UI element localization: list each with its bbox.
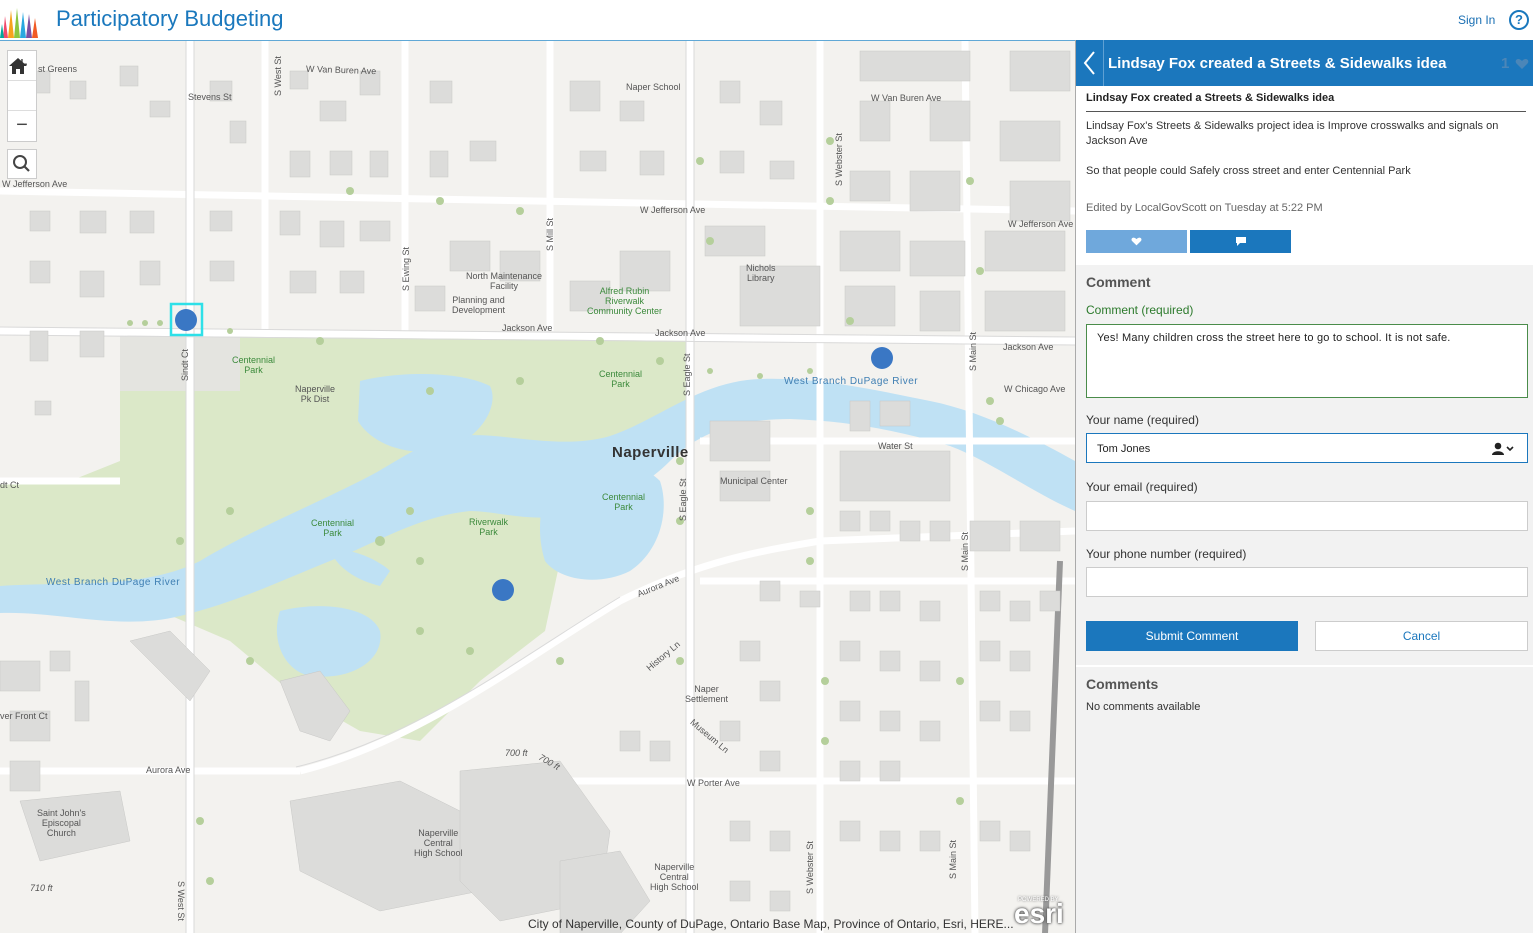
- map-label: W Porter Ave: [687, 778, 740, 788]
- map-label: st Greens: [38, 64, 78, 74]
- help-icon[interactable]: ?: [1509, 10, 1529, 30]
- chevron-left-icon: [1083, 51, 1095, 75]
- name-label: Your name (required): [1086, 413, 1199, 427]
- map-label: S Ewing St: [401, 246, 411, 291]
- idea-point: [175, 309, 197, 331]
- idea-description: Lindsay Fox's Streets & Sidewalks projec…: [1086, 120, 1499, 147]
- map-label: West Branch DuPage River: [46, 577, 181, 588]
- map-label: Naperville Pk Dist: [295, 384, 336, 404]
- divider: [1086, 111, 1526, 112]
- map-label: 700 ft: [505, 748, 528, 758]
- map-label: Water St: [878, 441, 913, 451]
- map-label: S Main St: [960, 531, 970, 571]
- zoom-control: + −: [7, 50, 37, 142]
- email-label: Your email (required): [1086, 480, 1198, 494]
- idea-panel: Lindsay Fox created a Streets & Sidewalk…: [1075, 40, 1533, 933]
- heart-icon: [1515, 59, 1529, 69]
- no-comments-text: No comments available: [1086, 701, 1201, 713]
- map-label: Jackson Ave: [502, 323, 553, 333]
- idea-edited-note: Edited by LocalGovScott on Tuesday at 5:…: [1086, 202, 1323, 214]
- home-button[interactable]: [8, 58, 36, 111]
- comment-label: Comment (required): [1086, 303, 1194, 317]
- lake-east: [540, 459, 664, 580]
- comment-icon: [1236, 237, 1246, 246]
- map-search-button[interactable]: [7, 149, 37, 179]
- map-label: Sindt Ct: [180, 348, 190, 381]
- map-label: S West St: [176, 881, 186, 921]
- map-label: W Jefferson Ave: [2, 179, 68, 189]
- comment-form: Comment Comment (required) Yes! Many chi…: [1076, 265, 1533, 933]
- map-label: Aurora Ave: [146, 765, 191, 775]
- map-label: Nichols Library: [746, 263, 776, 283]
- comments-title: Comments: [1086, 676, 1159, 692]
- zoom-out-button[interactable]: −: [8, 111, 36, 141]
- map-label: S Eagle St: [682, 353, 692, 396]
- map-label: Jackson Ave: [655, 328, 706, 338]
- panel-title: Lindsay Fox created a Streets & Sidewalk…: [1108, 55, 1447, 72]
- idea-point: [871, 347, 893, 369]
- back-button[interactable]: [1076, 40, 1104, 86]
- map-label: West Branch DuPage River: [784, 376, 919, 387]
- vote-count: 1: [1501, 55, 1510, 72]
- divider: [1076, 665, 1533, 667]
- like-button[interactable]: [1086, 230, 1187, 253]
- map-label: Jackson Ave: [1003, 342, 1054, 352]
- map-label: dt Ct: [0, 480, 20, 490]
- map-label: Saint John's Episcopal Church: [37, 808, 86, 838]
- map-label: W Jefferson Ave: [640, 205, 706, 215]
- panel-header: Lindsay Fox created a Streets & Sidewalk…: [1076, 40, 1533, 86]
- map-label: Alfred Rubin Riverwalk Community Center: [587, 286, 663, 316]
- map-label: Naper School: [626, 82, 681, 92]
- map-label: Municipal Center: [720, 476, 788, 486]
- basemap: [0, 41, 1075, 933]
- map-label: Centennial Park: [232, 355, 276, 375]
- map-label: Naperville: [612, 444, 689, 461]
- map-label: Naper Settlement: [685, 684, 729, 704]
- map-label: Stevens St: [188, 92, 232, 102]
- map-label: Naperville Central High School: [414, 828, 463, 858]
- esri-logo[interactable]: esri: [1014, 898, 1064, 930]
- map-label: W Chicago Ave: [1004, 384, 1066, 394]
- cancel-button[interactable]: Cancel: [1315, 621, 1528, 651]
- person-dropdown-icon[interactable]: [1491, 441, 1515, 457]
- comment-section-title: Comment: [1086, 274, 1151, 290]
- sign-in-link[interactable]: Sign In: [1458, 13, 1495, 27]
- comment-button[interactable]: [1190, 230, 1291, 253]
- map-label: Naperville Central High School: [650, 862, 699, 892]
- map-label: S West St: [273, 56, 283, 96]
- map-label: S Webster St: [834, 133, 844, 186]
- map-label: Centennial Park: [311, 518, 355, 538]
- map-label: S Main St: [948, 839, 958, 879]
- phone-input[interactable]: [1086, 567, 1528, 597]
- map-label: S Webster St: [805, 841, 815, 894]
- map-label: S Main St: [968, 331, 978, 371]
- map-label: North Maintenance Facility: [466, 271, 543, 291]
- idea-point: [492, 579, 514, 601]
- email-input[interactable]: [1086, 501, 1528, 531]
- home-icon: [9, 58, 27, 74]
- map-label: W Jefferson Ave: [1008, 219, 1074, 229]
- map-label: Planning and Development: [452, 295, 506, 315]
- submit-comment-button[interactable]: Submit Comment: [1086, 621, 1298, 651]
- name-input[interactable]: Tom Jones: [1086, 433, 1528, 463]
- map-label: Centennial Park: [602, 492, 646, 512]
- map-label: Riverwalk Park: [469, 517, 509, 537]
- phone-label: Your phone number (required): [1086, 547, 1247, 561]
- map-label: W Van Buren Ave: [871, 93, 942, 103]
- map-view[interactable]: st Greens W Van Buren Ave W Van Buren Av…: [0, 40, 1075, 933]
- comment-textarea[interactable]: Yes! Many children cross the street here…: [1086, 324, 1528, 398]
- map-label: 710 ft: [30, 883, 53, 893]
- app-title: Participatory Budgeting: [56, 6, 284, 31]
- idea-heading: Lindsay Fox created a Streets & Sidewalk…: [1086, 92, 1335, 104]
- idea-reason: So that people could Safely cross street…: [1086, 165, 1411, 177]
- map-label: S Eagle St: [678, 478, 688, 521]
- map-label: ver Front Ct: [0, 711, 48, 721]
- map-attribution: City of Naperville, County of DuPage, On…: [528, 917, 1014, 931]
- heart-icon: [1131, 237, 1142, 246]
- map-label: S Mill St: [545, 217, 555, 251]
- map-label: Centennial Park: [599, 369, 643, 389]
- hands-logo-icon: [0, 8, 38, 38]
- search-icon: [13, 155, 30, 172]
- app-header: Participatory Budgeting Sign In ?: [0, 0, 1533, 40]
